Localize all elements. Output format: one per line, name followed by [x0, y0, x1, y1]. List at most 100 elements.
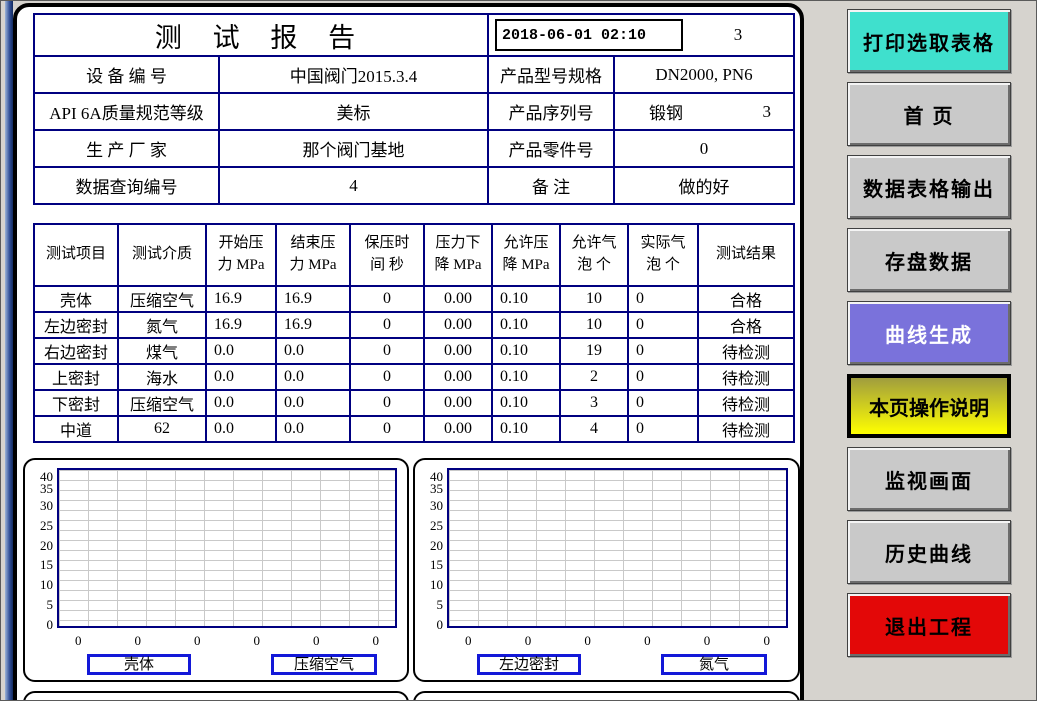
x-axis-tick: 0: [584, 633, 591, 649]
test-cell: 合格: [698, 312, 794, 338]
test-cell: 压缩空气: [118, 286, 206, 312]
x-axis-tick: 0: [465, 633, 472, 649]
test-cell: 待检测: [698, 364, 794, 390]
info-value: 美标: [219, 93, 488, 130]
report-title-row: 测 试 报 告 2018-06-01 02:10 3: [34, 14, 794, 56]
info-label: API 6A质量规范等级: [34, 93, 219, 130]
test-cell: 62: [118, 416, 206, 442]
test-cell: 0.10: [492, 416, 560, 442]
info-value: 锻钢3: [614, 93, 794, 130]
sidebar-button-history-curve[interactable]: 历史曲线: [847, 520, 1011, 584]
test-cell: 中道: [34, 416, 118, 442]
column-header: 允许压 降 MPa: [492, 224, 560, 286]
info-label: 设 备 编 号: [34, 56, 219, 93]
x-axis-tick: 0: [254, 633, 261, 649]
button-label: 历史曲线: [885, 538, 973, 567]
chart-medium-label: 压缩空气: [271, 654, 377, 675]
test-cell: 3: [560, 390, 628, 416]
button-label: 数据表格输出: [863, 173, 995, 202]
info-label: 数据查询编号: [34, 167, 219, 204]
chart-test-item-label: 左边密封: [477, 654, 581, 675]
column-header: 测试结果: [698, 224, 794, 286]
test-table-header-row: 测试项目测试介质开始压 力 MPa结束压 力 MPa保压时 间 秒压力下 降 M…: [34, 224, 794, 286]
info-value: 中国阀门2015.3.4: [219, 56, 488, 93]
test-cell: 左边密封: [34, 312, 118, 338]
datetime-value: 2018-06-01 02:10: [502, 27, 646, 44]
column-header: 测试项目: [34, 224, 118, 286]
info-value: 0: [614, 130, 794, 167]
test-cell: 0.10: [492, 286, 560, 312]
test-cell: 0.00: [424, 338, 492, 364]
test-cell: 16.9: [276, 312, 350, 338]
test-results-table: 测试项目测试介质开始压 力 MPa结束压 力 MPa保压时 间 秒压力下 降 M…: [33, 223, 795, 443]
column-header: 结束压 力 MPa: [276, 224, 350, 286]
test-cell: 上密封: [34, 364, 118, 390]
y-axis-tick: 20: [27, 540, 53, 552]
x-axis-tick: 0: [75, 633, 82, 649]
test-cell: 煤气: [118, 338, 206, 364]
info-value-text: 锻钢: [649, 99, 683, 124]
x-axis-ticks: 000000: [447, 633, 788, 649]
test-cell: 0.00: [424, 364, 492, 390]
x-axis-tick: 0: [373, 633, 380, 649]
test-cell: 下密封: [34, 390, 118, 416]
test-cell: 0: [628, 338, 698, 364]
test-cell: 2: [560, 364, 628, 390]
test-row: 右边密封煤气0.00.000.000.10190待检测: [34, 338, 794, 364]
trend-chart-partial-left: 4035302520151050000000: [23, 691, 409, 701]
sidebar: 打印选取表格首 页数据表格输出存盘数据曲线生成本页操作说明监视画面历史曲线退出工…: [847, 9, 1011, 657]
info-value: 做的好: [614, 167, 794, 204]
test-cell: 0: [628, 286, 698, 312]
y-axis-tick: 15: [417, 559, 443, 571]
sidebar-button-print-select-table[interactable]: 打印选取表格: [847, 9, 1011, 73]
info-row: API 6A质量规范等级美标产品序列号锻钢3: [34, 93, 794, 130]
y-axis-tick: 30: [27, 500, 53, 512]
datetime-cell: 2018-06-01 02:10 3: [488, 14, 794, 56]
info-row: 设 备 编 号中国阀门2015.3.4产品型号规格DN2000, PN6: [34, 56, 794, 93]
test-cell: 0.00: [424, 416, 492, 442]
y-axis-tick: 0: [417, 619, 443, 631]
x-axis-ticks: 000000: [57, 633, 397, 649]
x-axis-tick: 0: [313, 633, 320, 649]
info-row: 生 产 厂 家那个阀门基地产品零件号0: [34, 130, 794, 167]
y-axis-tick: 20: [417, 540, 443, 552]
y-axis-tick: 25: [417, 520, 443, 532]
test-cell: 0: [628, 416, 698, 442]
datetime-display: 2018-06-01 02:10: [495, 19, 683, 51]
info-value: DN2000, PN6: [614, 56, 794, 93]
sidebar-button-save-data[interactable]: 存盘数据: [847, 228, 1011, 292]
info-label: 产品零件号: [488, 130, 614, 167]
page-title: 测 试 报 告: [34, 14, 488, 56]
chart-plot-area: [57, 468, 397, 628]
button-label: 打印选取表格: [863, 27, 995, 56]
application-window: 测 试 报 告 2018-06-01 02:10 3 设 备 编 号中国阀门20…: [0, 0, 1037, 701]
report-count: 3: [683, 25, 793, 45]
sidebar-button-page-help[interactable]: 本页操作说明: [847, 374, 1011, 438]
test-cell: 0.0: [206, 416, 276, 442]
test-cell: 合格: [698, 286, 794, 312]
test-cell: 0.00: [424, 312, 492, 338]
sidebar-button-home[interactable]: 首 页: [847, 82, 1011, 146]
info-value: 4: [219, 167, 488, 204]
info-label: 备 注: [488, 167, 614, 204]
report-info-table: 测 试 报 告 2018-06-01 02:10 3 设 备 编 号中国阀门20…: [33, 13, 795, 205]
test-row: 壳体压缩空气16.916.900.000.10100合格: [34, 286, 794, 312]
button-label: 退出工程: [885, 611, 973, 640]
sidebar-button-exit-project[interactable]: 退出工程: [847, 593, 1011, 657]
test-cell: 10: [560, 286, 628, 312]
sidebar-button-data-table-export[interactable]: 数据表格输出: [847, 155, 1011, 219]
y-axis-tick: 10: [27, 579, 53, 591]
sidebar-button-curve-generate[interactable]: 曲线生成: [847, 301, 1011, 365]
info-label: 生 产 厂 家: [34, 130, 219, 167]
y-axis-tick: 10: [417, 579, 443, 591]
y-axis-tick: 5: [417, 599, 443, 611]
x-axis-tick: 0: [194, 633, 201, 649]
test-cell: 0.0: [276, 390, 350, 416]
chart-medium-label: 氮气: [661, 654, 767, 675]
y-axis-tick: 35: [417, 483, 443, 495]
test-row: 左边密封氮气16.916.900.000.10100合格: [34, 312, 794, 338]
y-axis-tick: 15: [27, 559, 53, 571]
test-cell: 16.9: [276, 286, 350, 312]
sidebar-button-monitor-screen[interactable]: 监视画面: [847, 447, 1011, 511]
y-axis-tick: 25: [27, 520, 53, 532]
